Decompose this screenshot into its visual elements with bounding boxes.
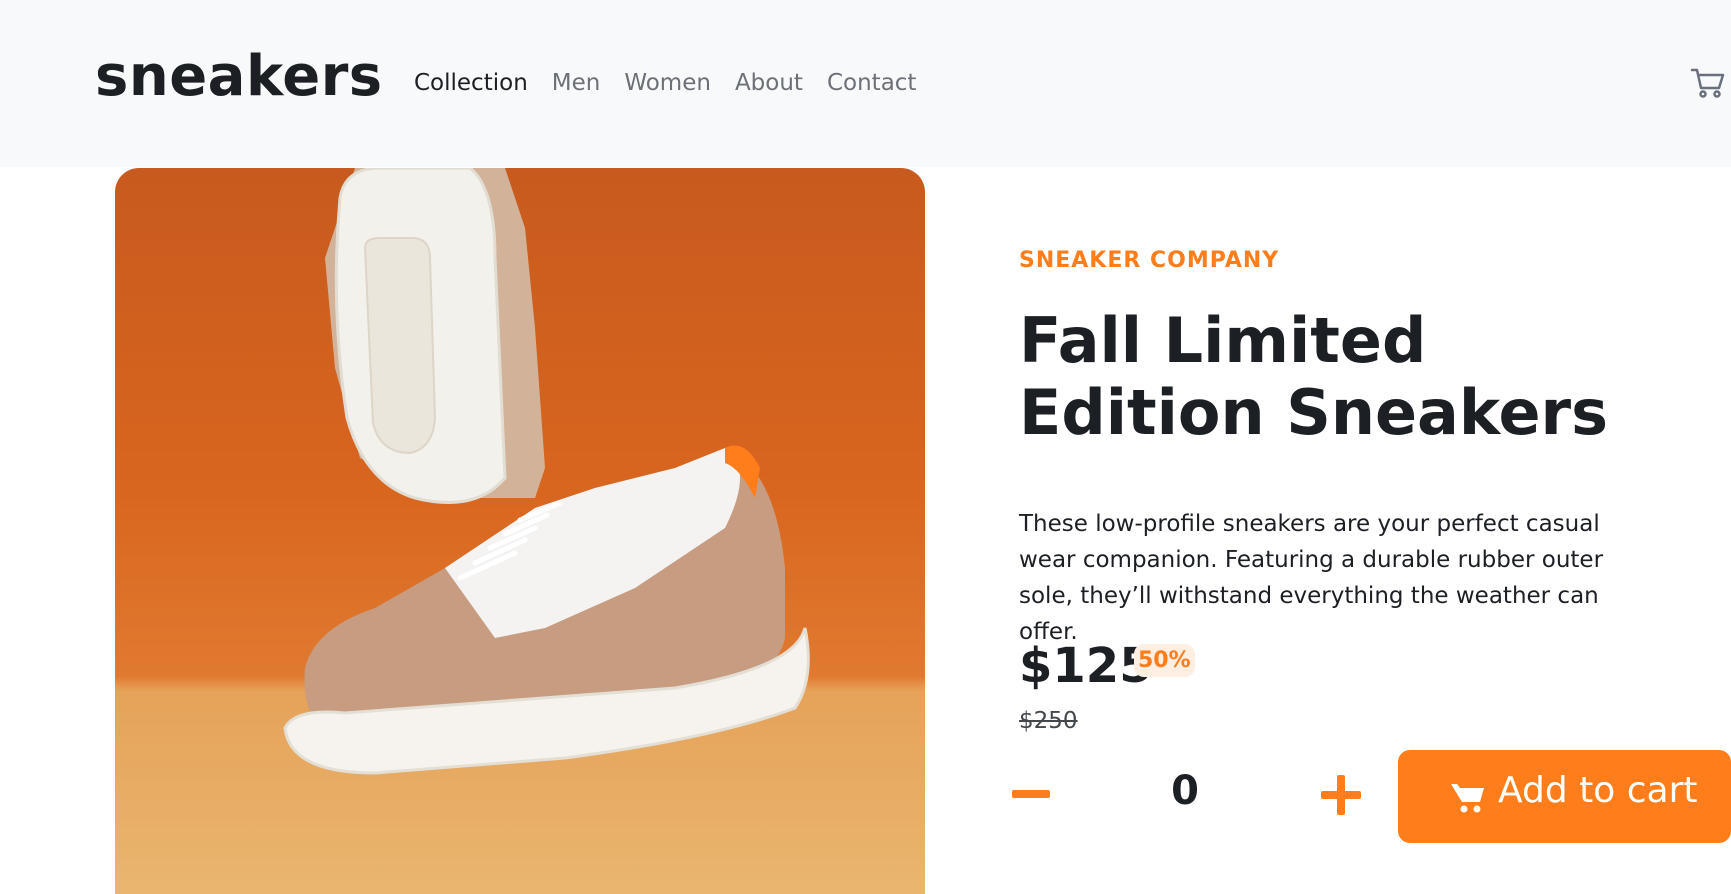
nav-item-contact[interactable]: Contact [827, 70, 916, 96]
minus-icon[interactable] [1008, 772, 1064, 816]
plus-icon[interactable] [1320, 772, 1364, 816]
nav-item-collection[interactable]: Collection [414, 70, 528, 96]
add-to-cart-button[interactable]: Add to cart [1398, 750, 1731, 843]
nav-item-about[interactable]: About [735, 70, 803, 96]
add-to-cart-label: Add to cart [1498, 770, 1698, 811]
product-photo [115, 168, 925, 894]
original-price: $250 [1019, 708, 1078, 734]
cart-icon[interactable] [1690, 65, 1726, 101]
current-price: $125 [1019, 638, 1153, 694]
nav-item-women[interactable]: Women [624, 70, 711, 96]
site-header: sneakers Collection Men Women About Cont… [0, 0, 1731, 167]
main-nav: Collection Men Women About Contact [414, 70, 916, 96]
discount-badge: 50% [1134, 644, 1195, 677]
cart-icon [1450, 780, 1486, 817]
nav-item-men[interactable]: Men [552, 70, 601, 96]
logo[interactable]: sneakers [95, 44, 383, 109]
quantity-value: 0 [1171, 768, 1199, 814]
product-title: Fall Limited Edition Sneakers [1019, 304, 1608, 449]
product-description: These low-profile sneakers are your perf… [1019, 511, 1604, 645]
company-label: SNEAKER COMPANY [1019, 248, 1280, 273]
